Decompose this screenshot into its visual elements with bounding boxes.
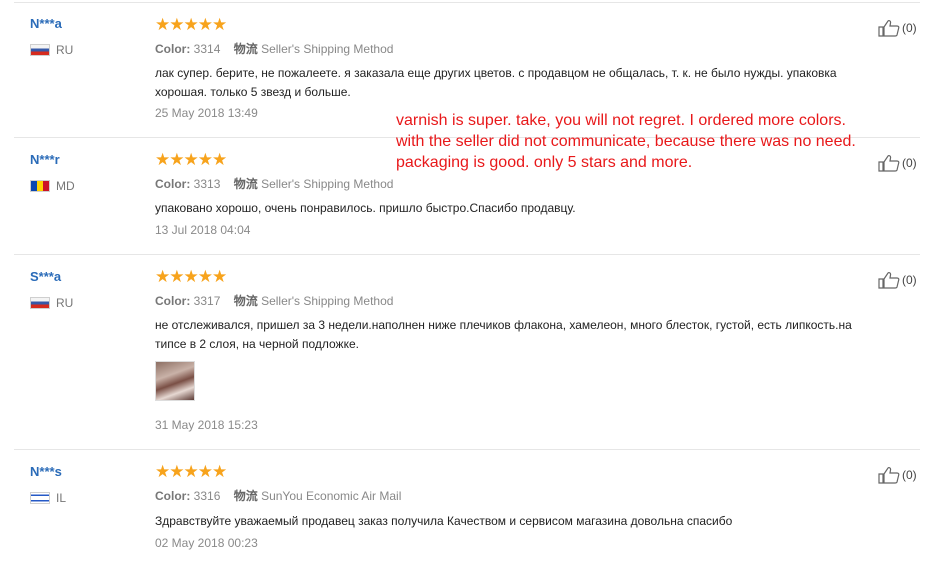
translation-line: packaging is good. only 5 stars and more… [396,154,693,171]
review-date: 25 May 2018 13:49 [155,106,258,120]
flag-ru-icon [30,44,50,56]
flag-md-icon [30,180,50,192]
reviewer-country: RU [30,296,73,310]
country-code: IL [56,491,67,505]
reviewer-country: RU [30,43,73,57]
helpful-count: (0) [902,468,917,482]
helpful-button[interactable]: (0) [878,19,917,37]
shipping-value: SunYou Economic Air Mail [261,489,402,503]
helpful-button[interactable]: (0) [878,466,917,484]
review-date: 31 May 2018 15:23 [155,418,258,432]
star-rating: ★★★★★ [155,462,227,481]
shipping-value: Seller's Shipping Method [261,177,394,191]
review-text: Здравствуйте уважаемый продавец заказ по… [155,514,733,528]
country-code: RU [56,43,74,57]
review-meta: Color: 3316 物流 SunYou Economic Air Mail [155,487,401,504]
reviewer-name[interactable]: S***a [30,269,61,284]
star-rating: ★★★★★ [155,15,227,34]
flag-il-icon [30,492,50,504]
review-text: упаковано хорошо, очень понравилось. при… [155,201,576,215]
shipping-value: Seller's Shipping Method [261,294,394,308]
reviewer-country: MD [30,179,75,193]
review-meta: Color: 3314 物流 Seller's Shipping Method [155,40,393,57]
review-date: 02 May 2018 00:23 [155,536,258,550]
color-value: 3316 [193,489,221,503]
reviewer-name[interactable]: N***a [30,16,62,31]
helpful-button[interactable]: (0) [878,154,917,172]
color-label: Color: [155,177,191,191]
star-rating: ★★★★★ [155,150,227,169]
country-code: MD [56,179,75,193]
color-label: Color: [155,294,191,308]
color-label: Color: [155,489,191,503]
shipping-label: 物流 [233,42,258,56]
shipping-label: 物流 [233,489,258,503]
shipping-label: 物流 [233,177,258,191]
translation-overlay: varnish is super. take, you will not reg… [396,110,856,173]
reviewer-name[interactable]: N***r [30,152,60,167]
thumbs-up-icon [878,467,900,484]
review-meta: Color: 3313 物流 Seller's Shipping Method [155,175,393,192]
helpful-count: (0) [902,273,917,287]
review-text: лак супер. берите, не пожалеете. я заказ… [155,66,837,99]
flag-ru-icon [30,297,50,309]
reviewer-name[interactable]: N***s [30,464,62,479]
translation-line: varnish is super. take, you will not reg… [396,112,846,129]
review-meta: Color: 3317 物流 Seller's Shipping Method [155,292,393,309]
review-date: 13 Jul 2018 04:04 [155,223,251,237]
reviewer-country: IL [30,491,66,505]
country-code: RU [56,296,74,310]
color-value: 3314 [193,42,221,56]
helpful-count: (0) [902,21,917,35]
color-label: Color: [155,42,191,56]
divider [14,449,920,450]
divider [14,2,920,3]
thumbs-up-icon [878,155,900,172]
review-photo-thumbnail[interactable] [155,361,195,401]
star-rating: ★★★★★ [155,267,227,286]
color-value: 3317 [193,294,221,308]
shipping-value: Seller's Shipping Method [261,42,394,56]
thumbs-up-icon [878,272,900,289]
helpful-button[interactable]: (0) [878,271,917,289]
divider [14,254,920,255]
helpful-count: (0) [902,156,917,170]
shipping-label: 物流 [233,294,258,308]
thumbs-up-icon [878,20,900,37]
review-text: не отслеживался, пришел за 3 недели.напо… [155,318,852,351]
translation-line: with the seller did not communicate, bec… [396,133,856,150]
color-value: 3313 [193,177,221,191]
